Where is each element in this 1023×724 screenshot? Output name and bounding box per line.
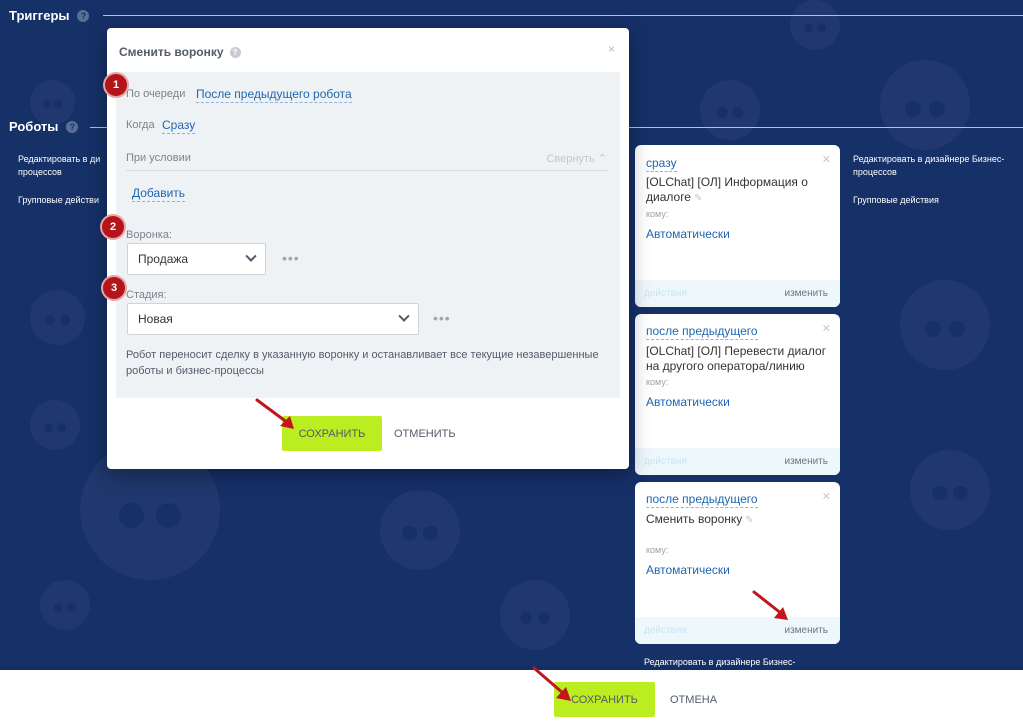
robot-title: [OLChat] [ОЛ] Перевести диалог на другог… — [646, 344, 827, 373]
recipient-value[interactable]: Автоматически — [646, 395, 730, 409]
dialog-body: По очереди После предыдущего робота Когд… — [116, 72, 620, 398]
step-badge: 1 — [105, 74, 127, 96]
robot-title: Сменить воронку ✎ — [646, 512, 754, 526]
more-icon[interactable]: ••• — [433, 310, 451, 326]
card-footer: действия изменить — [635, 280, 840, 307]
actions-link[interactable]: действия — [644, 625, 687, 636]
recipient-label: кому: — [646, 545, 669, 555]
group-actions-link[interactable]: Групповые действия — [853, 194, 939, 207]
robot-watermark-icon — [910, 450, 990, 530]
close-icon[interactable]: ✕ — [822, 153, 831, 166]
robot-watermark-icon — [30, 400, 80, 450]
actions-link[interactable]: действия — [644, 288, 687, 299]
robot-watermark-icon — [380, 490, 460, 570]
when-value-link[interactable]: Сразу — [162, 118, 196, 134]
edit-in-designer-link[interactable]: Редактировать в ди процессов — [18, 153, 100, 179]
dialog-description: Робот переносит сделку в указанную ворон… — [126, 349, 599, 377]
robot-card[interactable]: ✕ после предыдущего [OLChat] [ОЛ] Переве… — [635, 314, 840, 475]
close-icon[interactable]: ✕ — [822, 490, 831, 503]
more-icon[interactable]: ••• — [282, 250, 300, 266]
funnel-select[interactable]: Продажа — [127, 243, 266, 275]
funnel-label: Воронка: — [126, 229, 172, 241]
order-label: По очереди — [126, 88, 186, 100]
actions-link[interactable]: действия — [644, 456, 687, 467]
card-footer: действия изменить — [635, 617, 840, 644]
edit-in-designer-link[interactable]: Редактировать в дизайнере Бизнес- процес… — [853, 153, 1004, 179]
divider — [103, 15, 1023, 16]
robot-timing-link[interactable]: после предыдущего — [646, 492, 758, 508]
robot-title: [OLChat] [ОЛ] Информация о диалоге ✎ — [646, 175, 808, 204]
divider — [126, 170, 608, 171]
step-badge: 2 — [102, 216, 124, 238]
change-link[interactable]: изменить — [784, 625, 828, 636]
cancel-button[interactable]: ОТМЕНИТЬ — [394, 428, 456, 440]
robot-watermark-icon — [900, 280, 990, 370]
robot-watermark-icon — [40, 580, 90, 630]
group-actions-link[interactable]: Групповые действи — [18, 194, 99, 207]
annotation-arrow-icon — [532, 666, 571, 701]
pencil-icon[interactable]: ✎ — [745, 515, 753, 526]
robot-watermark-icon — [880, 60, 970, 150]
close-icon[interactable]: ✕ — [822, 322, 831, 335]
robot-watermark-icon — [30, 290, 85, 345]
order-value-link[interactable]: После предыдущего робота — [196, 87, 352, 103]
bottom-action-bar: СОХРАНИТЬ ОТМЕНА — [0, 670, 1023, 724]
chevron-down-icon — [398, 310, 410, 322]
robot-watermark-icon — [700, 80, 760, 140]
robot-timing-link[interactable]: сразу — [646, 156, 677, 172]
robot-watermark-icon — [790, 0, 840, 50]
divider — [90, 127, 107, 128]
when-label: Когда — [126, 119, 155, 131]
recipient-label: кому: — [646, 377, 669, 387]
add-condition-link[interactable]: Добавить — [132, 186, 186, 202]
cancel-button[interactable]: ОТМЕНА — [670, 694, 717, 706]
robot-card[interactable]: ✕ после предыдущего Сменить воронку ✎ ком… — [635, 482, 840, 644]
robot-watermark-icon — [500, 580, 570, 650]
stage-select[interactable]: Новая — [127, 303, 419, 335]
recipient-value[interactable]: Автоматически — [646, 227, 730, 241]
recipient-label: кому: — [646, 209, 669, 219]
recipient-value[interactable]: Автоматически — [646, 563, 730, 577]
robots-title: Роботы ? — [9, 119, 79, 134]
help-icon[interactable]: ? — [66, 120, 79, 133]
help-icon[interactable]: ? — [77, 9, 90, 22]
divider — [629, 127, 1023, 128]
triggers-title: Триггеры ? — [9, 8, 90, 23]
robot-timing-link[interactable]: после предыдущего — [646, 324, 758, 340]
close-icon[interactable]: × — [608, 42, 615, 56]
change-funnel-dialog: Сменить воронку ? × По очереди После пре… — [107, 28, 629, 469]
pencil-icon[interactable]: ✎ — [694, 193, 702, 204]
card-footer: действия изменить — [635, 448, 840, 475]
chevron-down-icon — [245, 250, 257, 262]
stage-label: Стадия: — [126, 289, 167, 301]
collapse-toggle[interactable]: Свернуть ⌃ — [546, 152, 607, 165]
change-link[interactable]: изменить — [784, 288, 828, 299]
step-badge: 3 — [103, 277, 125, 299]
chevron-up-icon: ⌃ — [597, 153, 607, 165]
dialog-title: Сменить воронку ? — [119, 45, 241, 59]
help-icon[interactable]: ? — [229, 46, 241, 58]
change-link[interactable]: изменить — [784, 456, 828, 467]
annotation-arrow-icon — [752, 590, 788, 620]
annotation-arrow-icon — [255, 398, 294, 429]
edit-in-designer-link[interactable]: Редактировать в дизайнере Бизнес- — [644, 657, 795, 667]
condition-label: При условии — [126, 152, 191, 164]
robot-card[interactable]: ✕ сразу [OLChat] [ОЛ] Информация о диало… — [635, 145, 840, 307]
